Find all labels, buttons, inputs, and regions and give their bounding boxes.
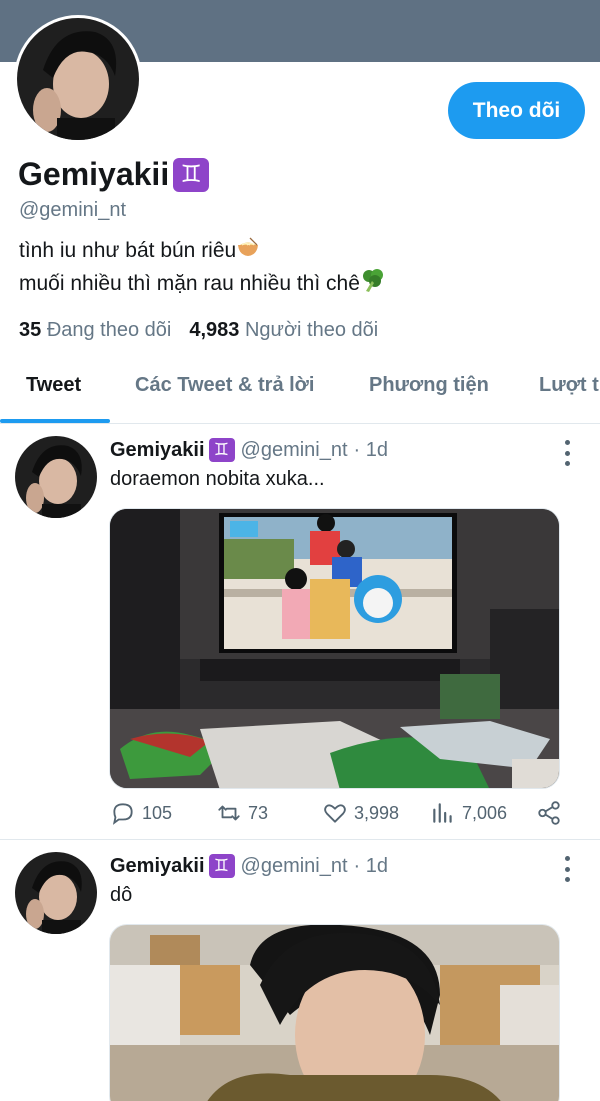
profile-tabs: Tweet Các Tweet & trả lời Phương tiện Lư…	[0, 362, 600, 424]
tweet-timestamp[interactable]: · 1d	[354, 855, 388, 878]
tweet-actions: 105 73 3,998 7,006	[110, 800, 565, 830]
tweet-header: Gemiyakii ♊ @gemini_nt · 1d	[110, 854, 388, 878]
share-button[interactable]	[536, 800, 562, 826]
tweet[interactable]: Gemiyakii ♊ @gemini_nt · 1d dô	[0, 840, 600, 1101]
reply-icon	[112, 803, 133, 825]
gemini-zodiac-icon: ♊	[173, 157, 210, 192]
bio-line-1: tình iu như bát bún riêu	[19, 239, 237, 263]
bar-chart-icon	[433, 803, 452, 823]
tweet-avatar[interactable]	[15, 852, 97, 934]
tweet-author-handle[interactable]: @gemini_nt	[241, 855, 348, 878]
bio-line-2: muối nhiều thì mặn rau nhiều thì chê	[19, 272, 360, 296]
active-tab-indicator	[0, 419, 110, 423]
profile-stats: 35 Đang theo dõi 4,983 Người theo dõi	[19, 319, 378, 342]
tweet-text: doraemon nobita xuka...	[110, 468, 325, 490]
profile-handle: @gemini_nt	[19, 199, 127, 221]
followers-stat[interactable]: 4,983 Người theo dõi	[189, 319, 378, 342]
reply-button[interactable]: 105	[110, 800, 172, 826]
broccoli-icon	[360, 267, 386, 302]
gemini-zodiac-icon: ♊	[208, 438, 235, 462]
tweet-header: Gemiyakii ♊ @gemini_nt · 1d	[110, 438, 388, 462]
views-button[interactable]: 7,006	[430, 800, 507, 826]
tab-tweets-and-replies[interactable]: Các Tweet & trả lời	[135, 374, 314, 397]
profile-avatar[interactable]	[14, 15, 142, 143]
tweet-more-icon[interactable]	[560, 440, 574, 466]
tweet-timestamp[interactable]: · 1d	[354, 439, 388, 462]
retweet-count: 73	[248, 802, 269, 823]
tweet-media-image[interactable]	[109, 924, 560, 1101]
following-stat[interactable]: 35 Đang theo dõi	[19, 319, 171, 342]
tweet-author-name[interactable]: Gemiyakii	[110, 855, 205, 878]
tab-tweets[interactable]: Tweet	[26, 374, 81, 397]
like-button[interactable]: 3,998	[322, 800, 399, 826]
retweet-icon	[218, 805, 240, 821]
profile-bio: tình iu như bát bún riêu muối nhiều thì …	[19, 236, 386, 302]
gemini-zodiac-icon: ♊	[208, 854, 235, 878]
tweet-author-handle[interactable]: @gemini_nt	[241, 439, 348, 462]
tweet[interactable]: Gemiyakii ♊ @gemini_nt · 1d doraemon nob…	[0, 424, 600, 839]
follow-button[interactable]: Theo dõi	[448, 82, 585, 139]
tweet-more-icon[interactable]	[560, 856, 574, 882]
profile-display-name: Gemiyakii ♊	[18, 156, 210, 193]
noodle-bowl-icon	[236, 236, 260, 267]
retweet-button[interactable]: 73	[216, 800, 268, 826]
reply-count: 105	[142, 802, 173, 823]
share-icon	[538, 801, 560, 825]
tweet-text: dô	[110, 884, 133, 906]
view-count: 7,006	[462, 802, 508, 823]
display-name-text: Gemiyakii	[18, 156, 170, 192]
heart-icon	[324, 804, 346, 823]
tweet-avatar[interactable]	[15, 436, 97, 518]
tab-likes[interactable]: Lượt th	[539, 374, 600, 397]
tweet-media-image[interactable]	[109, 508, 560, 789]
tweet-author-name[interactable]: Gemiyakii	[110, 439, 205, 462]
like-count: 3,998	[354, 802, 400, 823]
tab-media[interactable]: Phương tiện	[369, 374, 489, 397]
